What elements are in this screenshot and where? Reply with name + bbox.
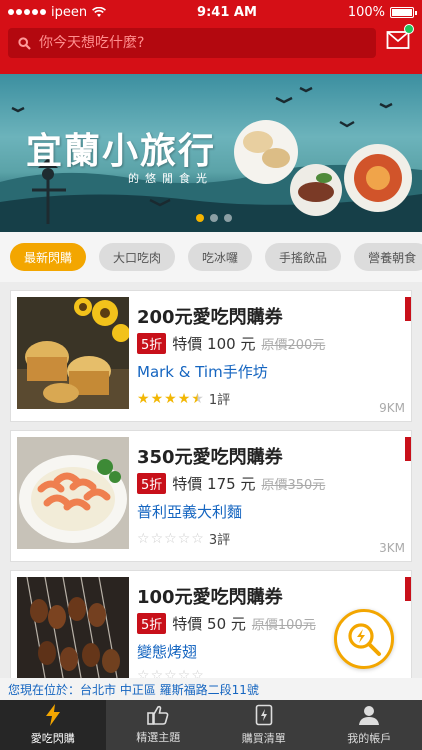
star-rating: ★ ★ ★ ★ ★ 1評 [137,389,231,409]
star-icon: ☆ [164,668,177,678]
tab-label: 購買清單 [241,732,286,745]
carrier-label: ipeen [51,4,88,20]
deal-flag [405,577,411,601]
category-chip-flash-sale[interactable]: 最新閃購 [10,243,87,271]
star-icon: ☆ [150,530,164,547]
distance: 9KM [379,401,405,415]
voucher-icon [255,704,273,726]
shop-name[interactable]: 普利亞義大利麵 [137,501,242,522]
deal-price: 特價 175 元 [172,475,256,493]
signal-icon [8,9,46,15]
tab-label: 精選主題 [136,731,181,744]
star-rating: ☆ ☆ ☆ ☆ ☆ 3評 [137,529,231,549]
star-icon: ☆ [177,668,191,678]
original-price: 原價350元 [261,478,326,493]
tab-purchases[interactable]: 購買清單 [211,700,317,750]
carousel-dot[interactable] [210,214,218,222]
deal-thumbnail [17,437,129,549]
status-bar: ipeen 9:41 AM 100% [0,0,422,24]
notification-badge [404,24,414,34]
deal-thumbnail [17,577,129,678]
star-icon: ☆ [137,530,150,547]
category-chip-drinks[interactable]: 手搖飲品 [265,243,342,271]
review-count: 1評 [208,393,231,408]
status-time: 9:41 AM [197,4,257,20]
original-price: 原價100元 [251,618,316,633]
star-icon: ☆ [177,530,191,547]
star-icon: ☆ [191,668,204,678]
star-icon: ★ [150,390,164,407]
carousel-indicator[interactable] [196,214,232,222]
tab-featured[interactable]: 精選主題 [106,700,212,750]
star-icon: ☆ [137,668,150,678]
deal-flag [405,297,411,321]
star-icon: ☆ [150,668,164,678]
current-location[interactable]: 您現在位於：台北市 中正區 羅斯福路二段11號 [0,678,422,700]
deal-card[interactable]: 200元愛吃閃購券 5折 特價 100 元 原價200元 Mark & Tim手… [10,290,412,422]
deal-card[interactable]: 350元愛吃閃購券 5折 特價 175 元 原價350元 普利亞義大利麵 ☆ ☆… [10,430,412,562]
wifi-icon [92,6,107,17]
search-fab[interactable] [334,609,394,669]
carousel-dot[interactable] [196,214,204,222]
star-icon: ★ [177,390,191,407]
battery-percent: 100% [347,4,385,20]
carousel-dot[interactable] [224,214,232,222]
discount-badge: 5折 [137,333,167,354]
app-header: ipeen 9:41 AM 100% [0,0,422,74]
review-count: 3評 [208,533,231,548]
deal-flag [405,437,411,461]
star-rating: ☆ ☆ ☆ ☆ ☆ [137,669,204,678]
star-icon: ☆ [164,530,177,547]
half-star-icon: ★ [191,390,204,407]
search-icon [18,36,31,50]
tab-account[interactable]: 我的帳戶 [317,700,422,750]
category-chip-breakfast[interactable]: 營養朝食 [354,243,422,271]
shop-name[interactable]: 變態烤翅 [137,641,197,662]
lightning-icon [45,704,60,726]
bottom-tab-bar: 愛吃閃購 精選主題 購買清單 我的帳戶 [0,700,422,750]
shop-name[interactable]: Mark & Tim手作坊 [137,361,268,382]
tab-label: 我的帳戶 [347,732,392,745]
discount-badge: 5折 [137,613,167,634]
category-chip-meat[interactable]: 大口吃肉 [99,243,176,271]
star-icon: ★ [164,390,177,407]
category-bar: 最新閃購 大口吃肉 吃冰囉 手搖飲品 營養朝食 [0,232,422,282]
search-zoom-icon [348,623,381,656]
battery-icon [389,6,417,18]
deal-title: 100元愛吃閃購券 [137,587,283,608]
star-icon: ☆ [191,530,204,547]
deal-price: 特價 100 元 [172,335,256,353]
distance: 3KM [379,541,405,555]
thumbs-up-icon [147,705,169,725]
mail-button[interactable] [386,24,414,54]
star-icon: ★ [137,390,150,407]
tab-label: 愛吃閃購 [30,732,75,745]
deal-thumbnail [17,297,129,409]
deal-price: 特價 50 元 [172,615,246,633]
user-icon [359,706,380,725]
category-chip-ice[interactable]: 吃冰囉 [188,243,253,271]
deal-title: 200元愛吃閃購券 [137,307,283,328]
deal-title: 350元愛吃閃購券 [137,447,283,468]
banner-title: 宜蘭小旅行 [26,130,217,172]
banner-subtitle: 的悠閒食光 [128,172,213,185]
promo-banner[interactable]: 宜蘭小旅行 的悠閒食光 [0,74,422,232]
search-bar[interactable] [8,28,376,58]
search-input[interactable] [39,35,359,51]
tab-flash-sale[interactable]: 愛吃閃購 [0,700,106,750]
discount-badge: 5折 [137,473,167,494]
original-price: 原價200元 [261,338,326,353]
